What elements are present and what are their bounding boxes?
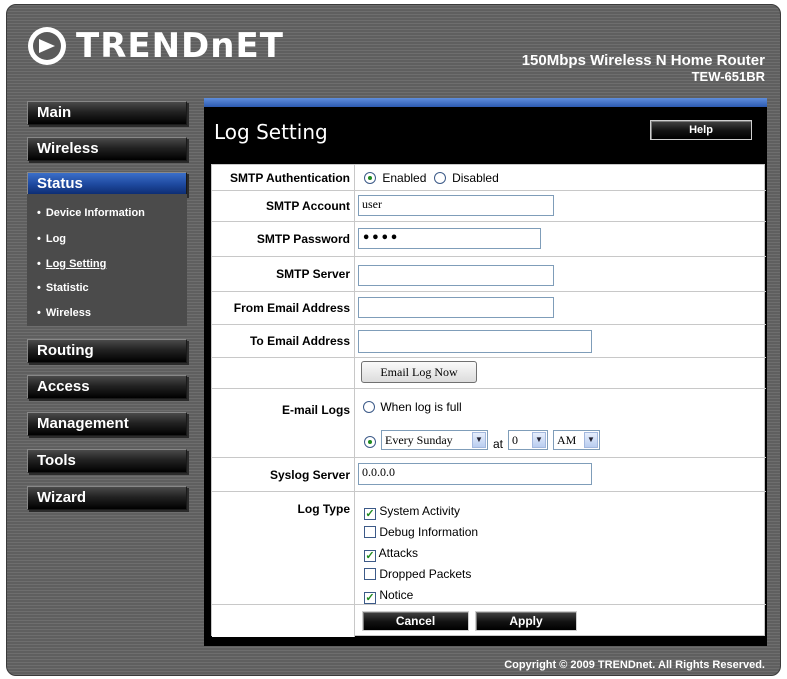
email-logs-schedule-radio[interactable] [364, 436, 376, 448]
syslog-server-label: Syslog Server [212, 458, 355, 491]
sub-device-information[interactable]: • Device Information [37, 207, 145, 219]
checkbox-system-activity[interactable]: ✓ [364, 508, 376, 520]
log-type-list: ✓ System Activity Debug Information ✓ At… [364, 501, 478, 606]
row-smtp-account: SMTP Account user [212, 191, 766, 222]
email-logs-label: E-mail Logs [212, 389, 355, 457]
log-type-item-label: Debug Information [379, 525, 479, 539]
row-syslog-server: Syslog Server 0.0.0.0 [212, 458, 766, 492]
smtp-server-label: SMTP Server [212, 257, 355, 291]
smtp-auth-enabled-label: Enabled [382, 171, 427, 185]
smtp-auth-disabled-label: Disabled [452, 171, 499, 185]
page-title: Log Setting [214, 120, 328, 144]
smtp-server-input[interactable] [358, 265, 554, 286]
row-email-logs: E-mail Logs When log is full Every Sunda… [212, 389, 766, 458]
email-log-now-spacer [212, 358, 355, 388]
cancel-button[interactable]: Cancel [362, 611, 469, 631]
actions-spacer [212, 605, 355, 637]
email-logs-full-radio[interactable] [363, 401, 375, 413]
row-smtp-auth: SMTP Authentication Enabled Disabled [212, 165, 766, 191]
schedule-hour-select[interactable]: 0 ▼ [508, 430, 548, 450]
schedule-ampm-select[interactable]: AM ▼ [553, 430, 600, 450]
nav-wizard[interactable]: Wizard [27, 486, 187, 510]
checkbox-debug-information[interactable] [364, 526, 376, 538]
schedule-day-value: Every Sunday [385, 433, 453, 447]
smtp-auth-label: SMTP Authentication [212, 165, 355, 190]
syslog-server-input[interactable]: 0.0.0.0 [358, 463, 592, 485]
row-smtp-password: SMTP Password •••• [212, 222, 766, 257]
smtp-account-input[interactable]: user [358, 195, 554, 216]
log-type-label: Log Type [212, 492, 355, 604]
copyright-text: Copyright © 2009 TRENDnet. All Rights Re… [504, 659, 765, 671]
row-from-email: From Email Address [212, 292, 766, 325]
schedule-day-select[interactable]: Every Sunday ▼ [381, 430, 488, 450]
product-header: 150Mbps Wireless N Home Router TEW-651BR [522, 53, 765, 85]
logo-text: TRENDnET [76, 26, 284, 66]
chevron-down-icon: ▼ [532, 432, 546, 448]
log-setting-form: SMTP Authentication Enabled Disabled SMT… [211, 164, 766, 637]
email-log-now-button[interactable]: Email Log Now [361, 361, 477, 383]
smtp-auth-disabled-radio[interactable] [433, 172, 446, 184]
smtp-password-label: SMTP Password [212, 222, 355, 256]
log-type-item-label: Notice [379, 588, 414, 602]
sub-wireless[interactable]: • Wireless [37, 307, 91, 319]
chevron-down-icon: ▼ [472, 432, 486, 448]
content-panel: Log Setting Help SMTP Authentication Ena… [204, 98, 767, 646]
content-top-bar [204, 98, 767, 107]
checkbox-notice[interactable]: ✓ [364, 592, 376, 604]
nav-wireless[interactable]: Wireless [27, 137, 187, 161]
row-log-type: Log Type ✓ System Activity Debug Informa… [212, 492, 766, 605]
sub-log[interactable]: • Log [37, 233, 66, 245]
row-smtp-server: SMTP Server [212, 257, 766, 292]
to-email-label: To Email Address [212, 325, 355, 357]
smtp-auth-enabled-radio[interactable] [364, 172, 376, 184]
trendnet-logo: TRENDnET [26, 24, 284, 68]
sub-statistic[interactable]: • Statistic [37, 282, 89, 294]
checkbox-dropped-packets[interactable] [364, 568, 376, 580]
log-type-item[interactable]: Debug Information [364, 522, 478, 543]
nav-main[interactable]: Main [27, 101, 187, 125]
row-to-email: To Email Address [212, 325, 766, 358]
nav-tools[interactable]: Tools [27, 449, 187, 473]
product-model: TEW-651BR [691, 69, 765, 84]
smtp-password-input[interactable]: •••• [358, 228, 541, 249]
nav-access[interactable]: Access [27, 375, 187, 399]
status-submenu: • Device Information • Log • Log Setting • S… [27, 194, 187, 326]
log-type-item[interactable]: ✓ Notice [364, 585, 478, 606]
to-email-input[interactable] [358, 330, 592, 353]
logo-icon [28, 27, 66, 65]
schedule-ampm-value: AM [557, 433, 577, 447]
log-type-item-label: Attacks [378, 546, 419, 560]
schedule-hour-value: 0 [512, 433, 518, 447]
email-logs-full-option: When log is full [363, 400, 462, 414]
smtp-account-label: SMTP Account [212, 191, 355, 221]
log-type-item-label: System Activity [379, 504, 461, 518]
log-type-item-label: Dropped Packets [379, 567, 472, 581]
schedule-at-label: at [493, 437, 504, 451]
chevron-down-icon: ▼ [584, 432, 598, 448]
nav-status[interactable]: Status [27, 172, 187, 196]
nav-routing[interactable]: Routing [27, 339, 187, 363]
from-email-input[interactable] [358, 297, 554, 318]
sub-log-setting[interactable]: • Log Setting [37, 258, 106, 270]
log-type-item[interactable]: Dropped Packets [364, 564, 478, 585]
log-type-item[interactable]: ✓ Attacks [364, 543, 478, 564]
row-email-log-now: Email Log Now [212, 358, 766, 389]
smtp-auth-options: Enabled Disabled [364, 171, 499, 185]
nav-management[interactable]: Management [27, 412, 187, 436]
log-type-item[interactable]: ✓ System Activity [364, 501, 478, 522]
email-logs-full-label: When log is full [380, 400, 462, 414]
product-name: 150Mbps Wireless N Home Router [521, 52, 765, 69]
row-actions: Cancel Apply [212, 605, 766, 637]
apply-button[interactable]: Apply [475, 611, 577, 631]
checkbox-attacks[interactable]: ✓ [364, 550, 376, 562]
from-email-label: From Email Address [212, 292, 355, 324]
help-button[interactable]: Help [650, 120, 752, 140]
